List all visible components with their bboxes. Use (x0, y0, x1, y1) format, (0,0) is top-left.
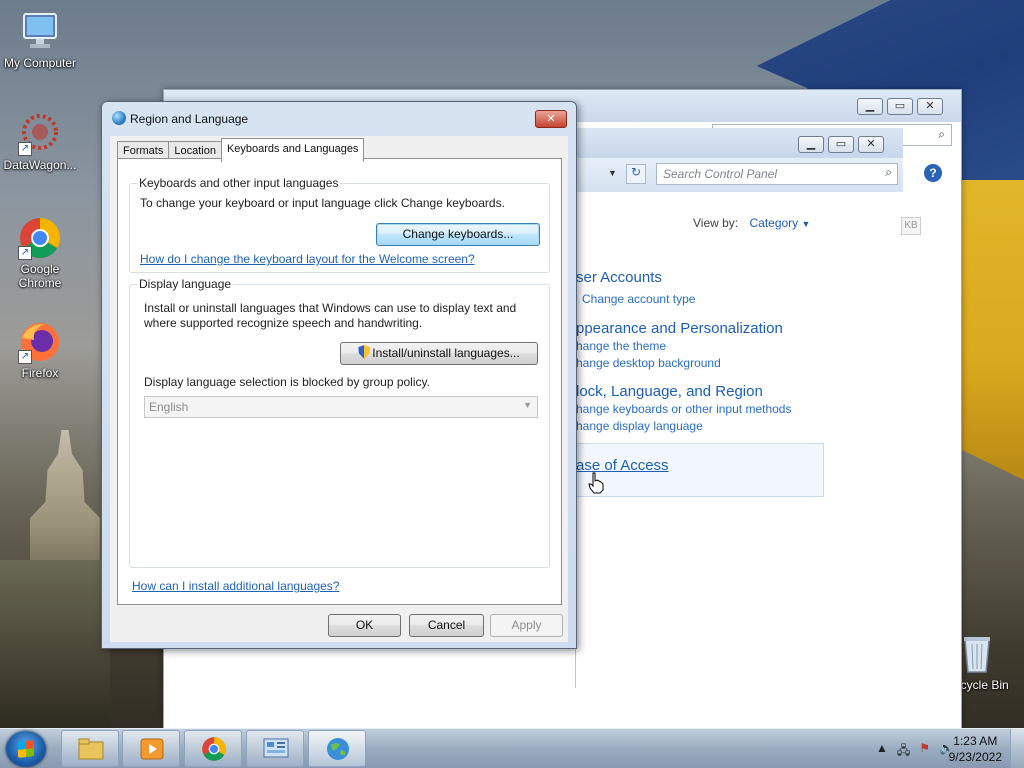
display-language-group-title: Display language (137, 277, 234, 291)
media-player-icon (138, 736, 166, 762)
link-change-desktop-background[interactable]: hange desktop background (576, 356, 721, 370)
minimize-icon[interactable]: ▁ (857, 98, 883, 115)
close-button[interactable]: ✕ (535, 110, 567, 128)
shortcut-arrow-icon: ↗ (18, 350, 32, 364)
tray-expand-icon[interactable]: ▲ (876, 741, 888, 762)
display-language-description-2: where supported recognize speech and han… (144, 316, 423, 330)
keyboards-description: To change your keyboard or input languag… (140, 196, 505, 210)
desktop-icon-chrome[interactable]: ↗ Google Chrome (0, 216, 80, 290)
keyboards-group: Keyboards and other input languages To c… (129, 176, 550, 273)
taskbar-chrome[interactable] (184, 730, 242, 767)
chevron-down-icon[interactable]: ▼ (608, 168, 617, 178)
background-window-caption-buttons: ▁ ▭ ✕ (857, 98, 943, 115)
close-icon[interactable]: ✕ (858, 136, 884, 153)
tab-panel: Keyboards and other input languages To c… (117, 158, 562, 605)
display-language-description-1: Install or uninstall languages that Wind… (144, 301, 517, 315)
control-panel-body: View by: Category ▼ KB ser Accounts Chan… (570, 192, 921, 688)
help-icon[interactable]: ? (924, 164, 942, 182)
maximize-icon[interactable]: ▭ (828, 136, 854, 153)
category-user-accounts[interactable]: ser Accounts (576, 269, 662, 286)
network-icon[interactable]: 🖧 (897, 741, 910, 762)
apply-button[interactable]: Apply (490, 614, 563, 637)
chevron-down-icon: ▼ (523, 400, 532, 410)
desktop-icon-firefox[interactable]: ↗ Firefox (0, 320, 80, 380)
control-panel-window[interactable]: ▁ ▭ ✕ ▼ ↻ Search Control Panel ⌕ ? View … (570, 128, 942, 688)
desktop-icon-my-computer[interactable]: My Computer (0, 10, 80, 70)
link-change-account-type[interactable]: Change account type (582, 292, 695, 306)
chevron-down-icon[interactable]: ▼ (802, 219, 811, 229)
clock-date: 9/23/2022 (948, 750, 1002, 764)
cancel-button[interactable]: Cancel (409, 614, 484, 637)
close-icon[interactable]: ✕ (917, 98, 943, 115)
install-uninstall-languages-button[interactable]: Install/uninstall languages... (340, 342, 538, 365)
ok-button[interactable]: OK (328, 614, 401, 637)
dialog-title: Region and Language (130, 112, 249, 126)
maximize-icon[interactable]: ▭ (887, 98, 913, 115)
desktop-icon-label: DataWagon... (3, 158, 77, 172)
view-by: View by: Category ▼ (693, 216, 811, 230)
minimize-icon[interactable]: ▁ (798, 136, 824, 153)
city-decoration (0, 560, 110, 730)
welcome-keyboard-layout-link[interactable]: How do I change the keyboard layout for … (140, 252, 475, 266)
link-change-display-language[interactable]: hange display language (576, 419, 703, 433)
firefox-icon: ↗ (18, 320, 62, 364)
computer-icon (18, 10, 62, 54)
category-clock-language-region[interactable]: lock, Language, and Region (576, 383, 763, 400)
start-button[interactable] (6, 731, 46, 767)
taskbar-control-panel[interactable] (246, 730, 304, 767)
chrome-icon: ↗ (18, 216, 62, 260)
globe-icon (112, 111, 126, 125)
dialog-client-area: Formats Location Keyboards and Languages… (110, 136, 568, 642)
taskbar-region-language[interactable] (308, 730, 366, 767)
taskbar-explorer[interactable] (61, 730, 119, 767)
desktop-icon-label: Google Chrome (18, 262, 62, 290)
category-appearance[interactable]: ppearance and Personalization (576, 320, 783, 337)
region-language-dialog[interactable]: Region and Language ✕ Formats Location K… (101, 101, 577, 649)
desktop-icon-label: My Computer (3, 56, 77, 70)
globe-icon (324, 736, 352, 762)
windows-logo-icon (18, 740, 34, 758)
taskbar: ▲ 🖧 ⚑ 🔈 1:23 AM 9/23/2022 (0, 728, 1024, 768)
control-panel-titlebar: ▁ ▭ ✕ (576, 128, 903, 158)
search-icon: ⌕ (938, 127, 945, 141)
display-language-group: Display language Install or uninstall la… (129, 277, 550, 568)
show-desktop-button[interactable] (1010, 729, 1024, 768)
system-tray: ▲ 🖧 ⚑ 🔈 (876, 741, 954, 762)
keyboards-group-title: Keyboards and other input languages (137, 176, 341, 190)
install-additional-languages-link[interactable]: How can I install additional languages? (132, 579, 339, 593)
taskbar-media-player[interactable] (122, 730, 180, 767)
folder-icon (77, 736, 105, 762)
desktop-icon-datawagon[interactable]: ↗ DataWagon... (0, 112, 80, 172)
search-icon: ⌕ (885, 165, 892, 179)
clock[interactable]: 1:23 AM 9/23/2022 (949, 733, 1002, 765)
link-change-theme[interactable]: hange the theme (576, 339, 666, 353)
chrome-icon (200, 736, 228, 762)
kb-badge: KB (901, 217, 921, 235)
search-control-panel-input[interactable]: Search Control Panel ⌕ (656, 163, 898, 185)
clock-time: 1:23 AM (953, 734, 998, 748)
shortcut-arrow-icon: ↗ (18, 246, 32, 260)
hand-cursor-icon (588, 472, 604, 494)
display-language-combo: English ▼ (144, 396, 538, 418)
control-panel-address-bar: ▼ ↻ Search Control Panel ⌕ ? (576, 158, 942, 192)
datawagon-icon: ↗ (18, 112, 62, 156)
desktop-icon-label: Firefox (21, 366, 59, 380)
link-change-keyboards[interactable]: hange keyboards or other input methods (576, 402, 791, 416)
blocked-by-policy-text: Display language selection is blocked by… (144, 375, 430, 389)
view-by-dropdown[interactable]: Category (749, 216, 798, 230)
uac-shield-icon (358, 345, 371, 359)
control-panel-icon (262, 736, 290, 762)
change-keyboards-button[interactable]: Change keyboards... (376, 223, 540, 246)
tab-keyboards-and-languages[interactable]: Keyboards and Languages (220, 138, 365, 162)
refresh-icon[interactable]: ↻ (626, 164, 646, 184)
action-center-icon[interactable]: ⚑ (919, 741, 930, 762)
shortcut-arrow-icon: ↗ (18, 142, 32, 156)
